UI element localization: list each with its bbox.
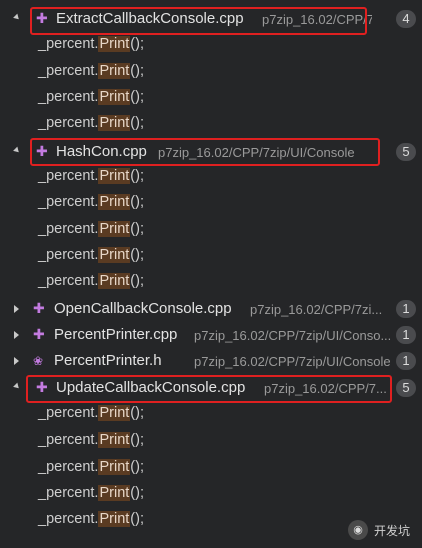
- watermark: ◉ 开发坑: [348, 520, 410, 540]
- file-name: HashCon.cpp: [56, 143, 147, 160]
- match-line[interactable]: _percent.Print();: [38, 85, 144, 109]
- match-line[interactable]: _percent.Print();: [38, 243, 144, 267]
- cpp-file-icon: ✚: [33, 301, 45, 317]
- match-line[interactable]: _percent.Print();: [38, 507, 144, 531]
- file-path: p7zip_16.02/CPP/7zip/UI/Conso...: [194, 328, 390, 343]
- match-line[interactable]: _percent.Print();: [38, 32, 144, 56]
- disclosure-triangle-collapsed-icon[interactable]: [14, 331, 19, 339]
- match-count-badge: 5: [396, 379, 416, 397]
- file-row-update-callback-console[interactable]: ✚ UpdateCallbackConsole.cpp p7zip_16.02/…: [0, 375, 422, 401]
- file-name: UpdateCallbackConsole.cpp: [56, 379, 246, 396]
- file-path: p7zip_16.02/CPP/7zip/UI/Console: [194, 354, 390, 369]
- disclosure-triangle-expanded-icon[interactable]: [13, 382, 21, 391]
- file-name: PercentPrinter.h: [54, 352, 162, 369]
- match-count-badge: 1: [396, 326, 416, 344]
- file-row-hashcon[interactable]: ✚ HashCon.cpp p7zip_16.02/CPP/7zip/UI/Co…: [0, 139, 422, 165]
- cpp-file-icon: ✚: [36, 11, 48, 27]
- match-line[interactable]: _percent.Print();: [38, 401, 144, 425]
- disclosure-triangle-collapsed-icon[interactable]: [14, 357, 19, 365]
- match-line[interactable]: _percent.Print();: [38, 455, 144, 479]
- file-name: PercentPrinter.cpp: [54, 326, 178, 343]
- cpp-file-icon: ✚: [36, 380, 48, 396]
- match-line[interactable]: _percent.Print();: [38, 164, 144, 188]
- watermark-label: 开发坑: [374, 523, 411, 538]
- cpp-file-icon: ✚: [36, 144, 48, 160]
- match-line[interactable]: _percent.Print();: [38, 217, 144, 241]
- match-count-badge: 1: [396, 352, 416, 370]
- match-count-badge: 5: [396, 143, 416, 161]
- file-row-percent-printer-cpp[interactable]: ✚ PercentPrinter.cpp p7zip_16.02/CPP/7zi…: [0, 322, 422, 348]
- file-path: p7zip_16.02/CPP/7zi...: [250, 302, 383, 317]
- cpp-file-icon: ✚: [33, 327, 45, 343]
- file-name: ExtractCallbackConsole.cpp: [56, 10, 244, 27]
- file-path: p7zip_16.02/CPP/7...: [262, 12, 372, 27]
- file-row-open-callback-console[interactable]: ✚ OpenCallbackConsole.cpp p7zip_16.02/CP…: [0, 296, 422, 322]
- header-file-icon: ❀: [33, 354, 44, 368]
- match-line[interactable]: _percent.Print();: [38, 190, 144, 214]
- file-row-percent-printer-h[interactable]: ❀ PercentPrinter.h p7zip_16.02/CPP/7zip/…: [0, 348, 422, 374]
- disclosure-triangle-expanded-icon[interactable]: [13, 13, 21, 22]
- file-row-extract-callback-console[interactable]: ✚ ExtractCallbackConsole.cpp p7zip_16.02…: [0, 6, 422, 32]
- match-line[interactable]: _percent.Print();: [38, 111, 144, 135]
- wechat-icon: ◉: [348, 520, 368, 540]
- disclosure-triangle-expanded-icon[interactable]: [13, 146, 21, 155]
- match-line[interactable]: _percent.Print();: [38, 428, 144, 452]
- match-count-badge: 4: [396, 10, 416, 28]
- match-count-badge: 1: [396, 300, 416, 318]
- match-line[interactable]: _percent.Print();: [38, 59, 144, 83]
- match-line[interactable]: _percent.Print();: [38, 481, 144, 505]
- file-path: p7zip_16.02/CPP/7...: [264, 381, 387, 396]
- file-name: OpenCallbackConsole.cpp: [54, 300, 232, 317]
- match-line[interactable]: _percent.Print();: [38, 269, 144, 293]
- file-path: p7zip_16.02/CPP/7zip/UI/Console: [158, 145, 355, 160]
- disclosure-triangle-collapsed-icon[interactable]: [14, 305, 19, 313]
